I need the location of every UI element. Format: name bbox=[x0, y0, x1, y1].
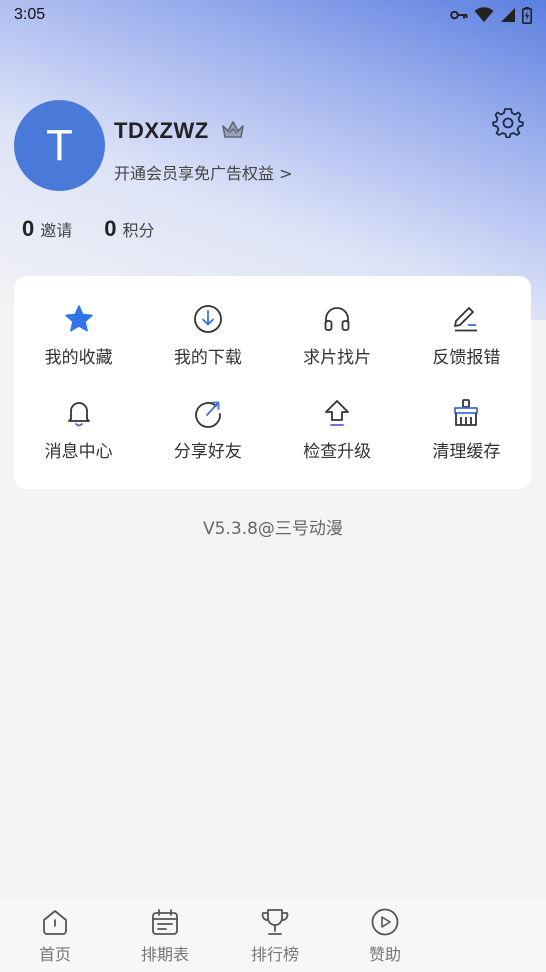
menu-label: 反馈报错 bbox=[432, 347, 501, 368]
username: TDXZWZ bbox=[114, 118, 209, 143]
trophy-icon bbox=[261, 909, 289, 935]
nav-label: 排期表 bbox=[140, 945, 189, 964]
status-bar: 3:05 bbox=[0, 0, 546, 30]
status-time: 3:05 bbox=[14, 6, 46, 23]
edit-icon bbox=[454, 306, 478, 332]
home-icon bbox=[43, 910, 67, 935]
bell-icon bbox=[67, 402, 90, 427]
broom-icon bbox=[454, 399, 479, 427]
play-circle-icon bbox=[371, 908, 399, 936]
profile-section: T TDXZWZ 开通会员享免广告权益 > bbox=[14, 100, 534, 200]
signal-icon bbox=[501, 8, 515, 22]
menu-item-upgrade[interactable]: 检查升级 bbox=[273, 383, 402, 478]
key-icon bbox=[450, 10, 468, 20]
menu-grid: 我的收藏 我的下载 求片找片 反馈报错 消息中心 分享好友 检查升级 清理缓存 bbox=[14, 276, 531, 489]
nav-item-home[interactable]: 首页 bbox=[0, 900, 110, 972]
menu-item-clear-cache[interactable]: 清理缓存 bbox=[402, 383, 531, 478]
menu-label: 分享好友 bbox=[173, 442, 242, 463]
stat-invites[interactable]: 0 邀请 bbox=[22, 216, 72, 242]
stats-row: 0 邀请 0 积分 bbox=[22, 216, 155, 242]
nav-label: 首页 bbox=[38, 945, 71, 964]
menu-label: 求片找片 bbox=[303, 347, 372, 368]
download-icon bbox=[193, 304, 222, 333]
menu-item-feedback[interactable]: 反馈报错 bbox=[402, 288, 531, 383]
menu-label: 我的下载 bbox=[173, 347, 242, 368]
stat-points[interactable]: 0 积分 bbox=[104, 216, 154, 242]
stat-label: 邀请 bbox=[40, 221, 73, 240]
version-text: V5.3.8@三号动漫 bbox=[203, 519, 343, 539]
gear-icon[interactable] bbox=[492, 106, 524, 138]
status-icons bbox=[450, 6, 532, 24]
battery-icon bbox=[522, 6, 532, 24]
menu-item-downloads[interactable]: 我的下载 bbox=[143, 288, 272, 383]
star-icon bbox=[64, 305, 93, 332]
bottom-nav: 首页 排期表 排行榜 赞助 bbox=[0, 900, 546, 972]
stat-label: 积分 bbox=[122, 221, 155, 240]
menu-label: 消息中心 bbox=[44, 442, 113, 463]
menu-item-favorites[interactable]: 我的收藏 bbox=[14, 288, 143, 383]
nav-label: 赞助 bbox=[368, 945, 401, 964]
nav-item-sponsor[interactable]: 赞助 bbox=[330, 900, 440, 972]
nav-label: 排行榜 bbox=[250, 945, 299, 964]
stat-value: 0 bbox=[22, 216, 35, 241]
menu-item-messages[interactable]: 消息中心 bbox=[14, 383, 143, 478]
menu-label: 清理缓存 bbox=[432, 442, 501, 463]
avatar-letter: T bbox=[46, 120, 73, 170]
upgrade-icon bbox=[325, 400, 350, 427]
menu-label: 检查升级 bbox=[303, 442, 372, 463]
menu-item-request[interactable]: 求片找片 bbox=[273, 288, 402, 383]
crown-icon bbox=[222, 121, 244, 138]
calendar-icon bbox=[152, 909, 178, 935]
headphones-icon bbox=[324, 306, 350, 331]
nav-item-ranking[interactable]: 排行榜 bbox=[220, 900, 330, 972]
menu-label: 我的收藏 bbox=[44, 347, 113, 368]
stat-value: 0 bbox=[104, 216, 117, 241]
avatar[interactable]: T bbox=[14, 100, 105, 191]
menu-item-share[interactable]: 分享好友 bbox=[143, 383, 272, 478]
wifi-icon bbox=[474, 7, 494, 22]
share-icon bbox=[195, 401, 221, 429]
nav-item-schedule[interactable]: 排期表 bbox=[110, 900, 220, 972]
vip-upgrade-link[interactable]: 开通会员享免广告权益 > bbox=[114, 160, 293, 184]
